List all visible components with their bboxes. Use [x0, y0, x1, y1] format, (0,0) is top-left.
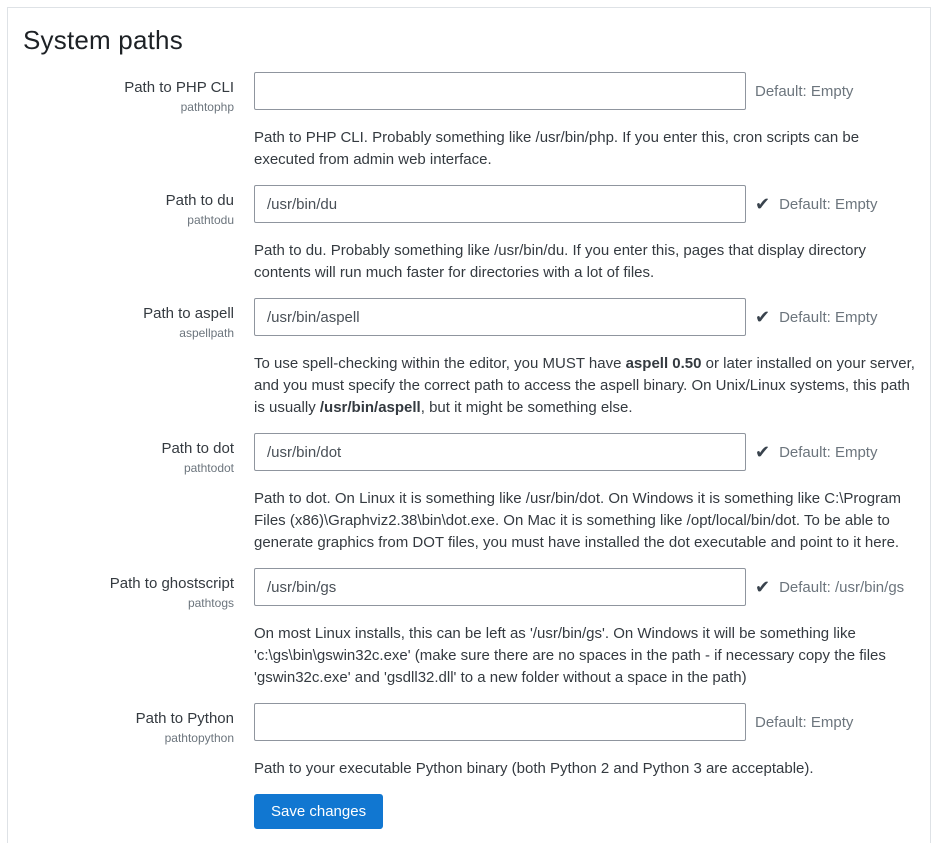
description-segment: Path to your executable Python binary (b…	[254, 760, 814, 777]
setting-description: Path to dot. On Linux it is something li…	[254, 488, 922, 554]
path-input-pathtodu[interactable]	[254, 185, 746, 223]
submit-row: Save changes	[23, 794, 915, 829]
settings-card: System paths Path to PHP CLI pathtophp D…	[7, 7, 931, 843]
check-icon: ✔	[755, 195, 770, 213]
save-changes-button[interactable]: Save changes	[254, 794, 383, 829]
description-bold-segment: /usr/bin/aspell	[320, 399, 421, 416]
path-input-pathtogs[interactable]	[254, 568, 746, 606]
page-title: System paths	[23, 25, 915, 56]
setting-label: Path to dot	[23, 440, 234, 458]
setting-shortname: aspellpath	[23, 326, 234, 340]
setting-row: Path to PHP CLI pathtophp Default: Empty…	[23, 72, 915, 171]
setting-description: Path to your executable Python binary (b…	[254, 758, 922, 780]
submit-row-spacer	[23, 794, 234, 829]
setting-label: Path to PHP CLI	[23, 79, 234, 97]
default-value-label: Default: Empty	[755, 714, 853, 731]
description-segment: Path to dot. On Linux it is something li…	[254, 490, 901, 551]
setting-description: Path to du. Probably something like /usr…	[254, 240, 922, 284]
default-value-label: Default: /usr/bin/gs	[779, 579, 904, 596]
path-input-pathtophp[interactable]	[254, 72, 746, 110]
setting-row: Path to du pathtodu ✔ Default: Empty Pat…	[23, 185, 915, 284]
setting-row: Path to dot pathtodot ✔ Default: Empty P…	[23, 433, 915, 554]
default-value-label: Default: Empty	[779, 196, 877, 213]
setting-shortname: pathtogs	[23, 596, 234, 610]
setting-label: Path to Python	[23, 710, 234, 728]
setting-row: Path to Python pathtopython Default: Emp…	[23, 703, 915, 780]
setting-row: Path to aspell aspellpath ✔ Default: Emp…	[23, 298, 915, 419]
description-segment: On most Linux installs, this can be left…	[254, 625, 886, 686]
system-paths-page: System paths Path to PHP CLI pathtophp D…	[0, 0, 940, 843]
setting-shortname: pathtophp	[23, 100, 234, 114]
default-value-label: Default: Empty	[755, 83, 853, 100]
settings-form: Path to PHP CLI pathtophp Default: Empty…	[23, 72, 915, 829]
path-input-aspellpath[interactable]	[254, 298, 746, 336]
setting-description: To use spell-checking within the editor,…	[254, 353, 922, 419]
path-input-pathtodot[interactable]	[254, 433, 746, 471]
setting-label: Path to aspell	[23, 305, 234, 323]
setting-shortname: pathtodot	[23, 461, 234, 475]
setting-shortname: pathtopython	[23, 731, 234, 745]
setting-description: Path to PHP CLI. Probably something like…	[254, 127, 922, 171]
setting-label: Path to du	[23, 192, 234, 210]
default-value-label: Default: Empty	[779, 444, 877, 461]
path-input-pathtopython[interactable]	[254, 703, 746, 741]
settings-rows: Path to PHP CLI pathtophp Default: Empty…	[23, 72, 915, 780]
setting-description: On most Linux installs, this can be left…	[254, 623, 922, 689]
check-icon: ✔	[755, 578, 770, 596]
setting-shortname: pathtodu	[23, 213, 234, 227]
setting-label: Path to ghostscript	[23, 575, 234, 593]
description-segment: Path to PHP CLI. Probably something like…	[254, 129, 859, 168]
description-segment: Path to du. Probably something like /usr…	[254, 242, 866, 281]
setting-row: Path to ghostscript pathtogs ✔ Default: …	[23, 568, 915, 689]
description-bold-segment: aspell 0.50	[626, 355, 702, 372]
description-segment: To use spell-checking within the editor,…	[254, 355, 626, 372]
default-value-label: Default: Empty	[779, 309, 877, 326]
check-icon: ✔	[755, 308, 770, 326]
description-segment: , but it might be something else.	[421, 399, 633, 416]
check-icon: ✔	[755, 443, 770, 461]
